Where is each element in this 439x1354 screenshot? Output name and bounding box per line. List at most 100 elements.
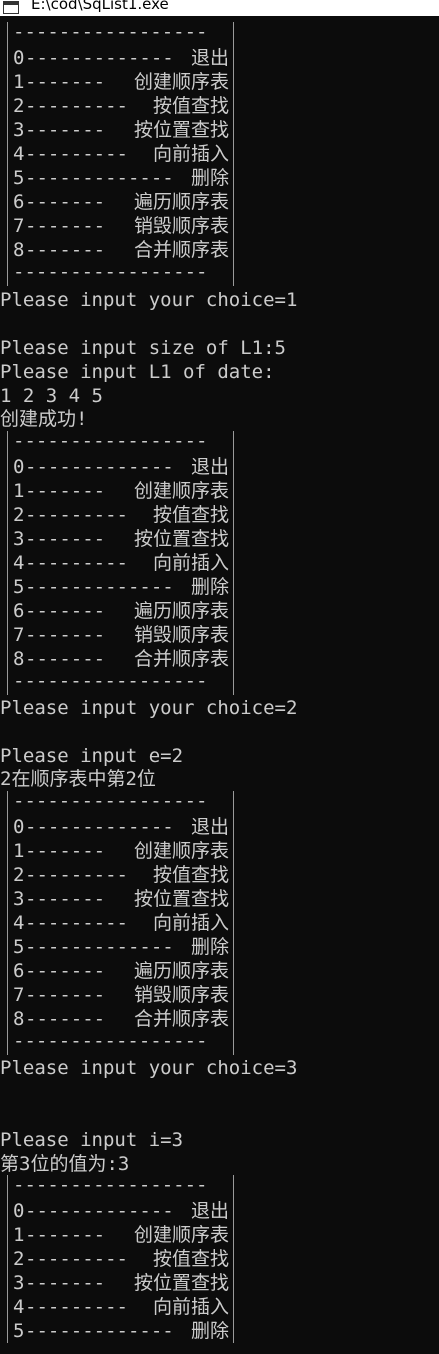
menu-item-dashes: ------- [25,480,106,502]
menu-item-3: 3------- 按位置查找 [13,527,229,551]
menu-item-6: 6------- 遍历顺序表 [13,599,229,623]
menu-item-dashes: ------- [25,191,106,213]
menu-item-number: 2 [13,1248,25,1270]
menu-item-0: 0------------- 退出 [13,815,229,839]
menu-item-number: 7 [13,984,25,1006]
menu-item-number: 5 [13,167,25,189]
menu-item-number: 1 [13,71,25,93]
menu-item-label: 向前插入 [152,912,229,934]
menu-item-number: 4 [13,143,25,165]
menu-item-number: 1 [13,480,25,502]
menu-item-dashes: ------- [25,888,106,910]
menu-item-number: 8 [13,648,25,670]
menu-item-1: 1------- 创建顺序表 [13,70,229,94]
output-choice-line: Please input your choice=2 [0,697,298,719]
menu-item-number: 4 [13,1296,25,1318]
menu-item-number: 3 [13,528,25,550]
menu-item-3: 3------- 按位置查找 [13,118,229,142]
menu-item-number: 2 [13,864,25,886]
menu-item-6: 6------- 遍历顺序表 [13,190,229,214]
menu-item-label: 删除 [190,576,229,598]
menu-item-label: 销毁顺序表 [133,215,229,237]
menu-item-label: 遍历顺序表 [133,191,229,213]
menu-item-5: 5------------- 删除 [13,166,229,190]
menu-item-5: 5------------- 删除 [13,1319,229,1343]
output-i-prompt: Please input i=3 [0,1129,184,1151]
menu-item-label: 按位置查找 [133,888,229,910]
menu-item-dashes: ------- [25,624,106,646]
menu-item-8: 8------- 合并顺序表 [13,647,229,671]
menu-item-label: 按值查找 [152,95,229,117]
output-e-prompt: Please input e=2 [0,745,184,767]
menu-item-dashes: ------- [25,119,106,141]
menu-item-7: 7------- 销毁顺序表 [13,623,229,647]
menu-item-label: 向前插入 [152,552,229,574]
menu-item-label: 退出 [190,47,229,69]
menu-item-3: 3------- 按位置查找 [13,1271,229,1295]
menu-item-dashes: ------------- [25,1200,174,1222]
menu-item-4: 4--------- 向前插入 [13,142,229,166]
menu-item-3: 3------- 按位置查找 [13,887,229,911]
menu-item-dashes: --------- [25,143,128,165]
console-app-icon [3,1,19,14]
menu-item-0: 0------------- 退出 [13,455,229,479]
menu-item-label: 遍历顺序表 [133,960,229,982]
menu-item-dashes: ------- [25,215,106,237]
menu-item-number: 6 [13,191,25,213]
output-find-result: 2在顺序表中第2位 [0,768,156,790]
menu-item-label: 创建顺序表 [133,480,229,502]
menu-item-number: 2 [13,504,25,526]
menu-item-dashes: --------- [25,1248,128,1270]
output-choice-line: Please input your choice=3 [0,1057,298,1079]
menu-item-dashes: ------------- [25,167,174,189]
menu-item-1: 1------- 创建顺序表 [13,479,229,503]
menu-item-dashes: ------- [25,528,106,550]
menu-item-label: 删除 [190,936,229,958]
menu-item-dashes: ------- [25,648,106,670]
menu-item-number: 3 [13,119,25,141]
menu-separator-bottom: ----------------- [13,261,208,283]
console-output[interactable]: ----------------- 0------------- 退出 1------… [0,16,439,1354]
menu-item-label: 合并顺序表 [133,648,229,670]
menu-item-dashes: ------------- [25,576,174,598]
menu-item-dashes: ------- [25,984,106,1006]
menu-item-dashes: ------------- [25,1320,174,1342]
menu-item-dashes: ------- [25,71,106,93]
menu-item-0: 0------------- 退出 [13,46,229,70]
menu-item-label: 按位置查找 [133,528,229,550]
menu-frame-left [7,791,8,1055]
menu-item-label: 按位置查找 [133,1272,229,1294]
menu-item-label: 按值查找 [152,504,229,526]
menu-item-dashes: --------- [25,1296,128,1318]
menu-frame-right [233,1175,234,1343]
menu-item-dashes: --------- [25,95,128,117]
menu-item-number: 5 [13,936,25,958]
menu-item-number: 3 [13,1272,25,1294]
menu-item-dashes: ------- [25,840,106,862]
menu-item-1: 1------- 创建顺序表 [13,1223,229,1247]
menu-frame-left [7,1175,8,1343]
output-data-values: 1 2 3 4 5 [0,385,103,407]
window-titlebar[interactable]: E:\cod\SqList1.exe [0,0,439,16]
menu-item-number: 7 [13,624,25,646]
menu-item-dashes: --------- [25,864,128,886]
menu-item-8: 8------- 合并顺序表 [13,1007,229,1031]
menu-frame-right [233,791,234,1055]
menu-item-label: 退出 [190,456,229,478]
menu-item-label: 销毁顺序表 [133,984,229,1006]
menu-item-8: 8------- 合并顺序表 [13,238,229,262]
menu-item-number: 6 [13,600,25,622]
menu-item-6: 6------- 遍历顺序表 [13,959,229,983]
menu-item-number: 4 [13,552,25,574]
menu-item-dashes: --------- [25,504,128,526]
menu-separator-top: ----------------- [13,1174,208,1196]
menu-separator-top: ----------------- [13,21,208,43]
menu-item-label: 退出 [190,816,229,838]
menu-item-label: 向前插入 [152,1296,229,1318]
menu-item-label: 遍历顺序表 [133,600,229,622]
menu-item-dashes: ------------- [25,816,174,838]
menu-item-number: 0 [13,47,25,69]
menu-item-label: 按位置查找 [133,119,229,141]
menu-item-label: 按值查找 [152,864,229,886]
menu-item-number: 3 [13,888,25,910]
